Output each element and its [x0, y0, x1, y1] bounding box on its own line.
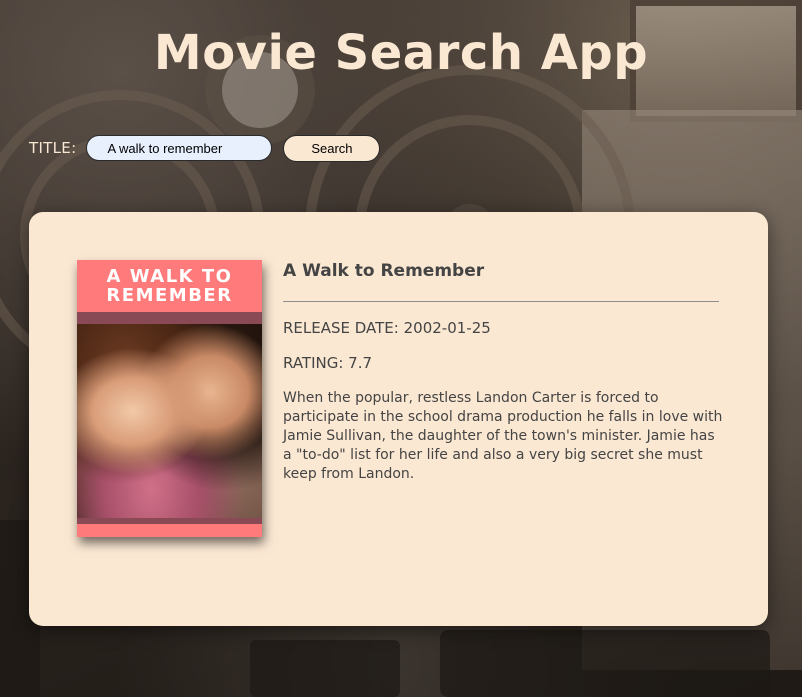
poster-title-text: A WALK TO REMEMBER	[106, 266, 233, 306]
title-search-input[interactable]	[86, 135, 273, 161]
search-button[interactable]: Search	[283, 134, 381, 162]
title-label: TITLE:	[29, 139, 77, 157]
release-date: RELEASE DATE: 2002-01-25	[283, 319, 491, 337]
movie-result-card: A WALK TO REMEMBER A Walk to Remember RE…	[29, 212, 768, 626]
poster-footer	[77, 524, 262, 537]
search-form: TITLE: Search	[29, 134, 381, 162]
poster-photo	[77, 324, 262, 518]
movie-plot: When the popular, restless Landon Carter…	[283, 390, 723, 482]
rating: RATING: 7.7	[283, 354, 373, 372]
app-title: Movie Search App	[153, 25, 649, 81]
movie-title: A Walk to Remember	[283, 261, 485, 281]
movie-poster: A WALK TO REMEMBER	[77, 260, 262, 537]
poster-top-band	[77, 312, 262, 324]
title-divider	[283, 301, 719, 302]
